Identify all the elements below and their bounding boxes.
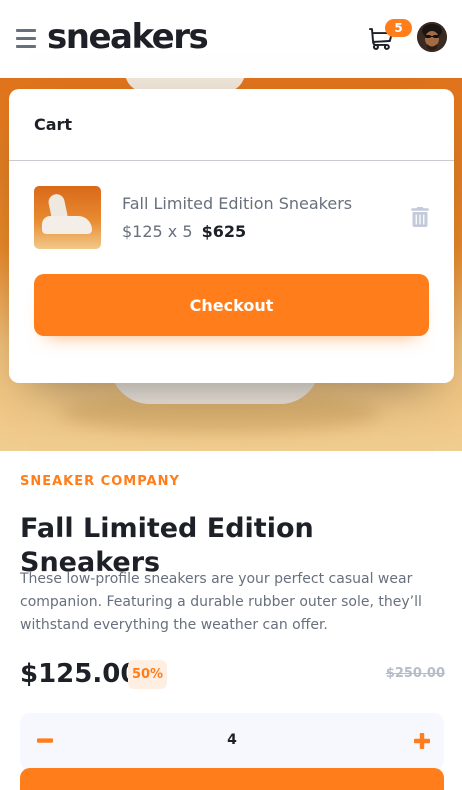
cart-divider (9, 160, 454, 161)
product-page: sneakers 5 Cart Fall Limited Edition Sne… (0, 0, 462, 790)
cart-item-unit-price-qty: $125 x 5 (122, 222, 193, 241)
add-to-cart-button[interactable] (20, 768, 444, 790)
plus-icon[interactable] (413, 733, 431, 750)
cart-item-name: Fall Limited Edition Sneakers (122, 194, 353, 213)
logo[interactable]: sneakers (47, 15, 209, 59)
cart-item-total: $625 (201, 222, 247, 241)
minus-icon[interactable] (36, 733, 54, 749)
cart-item-price-line: $125 x 5 $625 (122, 222, 246, 241)
original-price: $250.00 (385, 666, 445, 681)
trash-icon[interactable] (411, 206, 429, 227)
site-header: sneakers 5 (0, 0, 462, 78)
discount-badge: 50% (128, 660, 167, 689)
company-label: SNEAKER COMPANY (20, 474, 180, 489)
product-description: These low-profile sneakers are your perf… (20, 571, 422, 633)
cart-item-thumbnail (34, 186, 101, 249)
cart-title: Cart (34, 115, 73, 134)
cart-dropdown: Cart Fall Limited Edition Sneakers $125 … (9, 89, 454, 383)
checkout-button[interactable]: Checkout (34, 274, 429, 336)
quantity-value: 4 (227, 732, 237, 748)
quantity-stepper: 4 (20, 713, 444, 770)
current-price: $125.00 (20, 659, 139, 689)
menu-icon[interactable] (16, 29, 36, 49)
avatar[interactable] (417, 22, 447, 52)
cart-count-badge: 5 (385, 19, 412, 37)
